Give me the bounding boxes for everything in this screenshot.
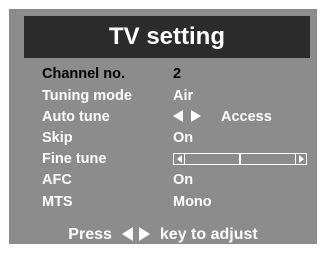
afc-value: On: [173, 172, 194, 188]
fine-tune-label: Fine tune: [42, 151, 107, 167]
menu-item-afc[interactable]: AFC On: [42, 172, 322, 192]
menu-item-mts[interactable]: MTS Mono: [42, 194, 322, 214]
auto-tune-label: Auto tune: [42, 109, 110, 125]
channel-no-label: Channel no.: [42, 66, 125, 82]
menu-item-skip[interactable]: Skip On: [42, 130, 322, 150]
left-arrow-icon: [121, 227, 133, 241]
slider-left-icon: [174, 154, 185, 164]
slider-right-icon: [295, 154, 306, 164]
auto-tune-control: Access: [173, 109, 272, 125]
menu-item-fine-tune[interactable]: Fine tune: [42, 151, 322, 171]
menu-item-tuning-mode[interactable]: Tuning mode Air: [42, 88, 322, 108]
menu-item-channel-no[interactable]: Channel no. 2: [42, 66, 322, 86]
menu-item-auto-tune[interactable]: Auto tune Access: [42, 109, 322, 129]
footer-hint: Press key to adjust: [9, 226, 317, 244]
slider-knob[interactable]: [239, 154, 241, 164]
menu-title: TV setting: [24, 16, 310, 58]
channel-no-value: 2: [173, 66, 182, 82]
afc-label: AFC: [42, 172, 72, 188]
auto-tune-value: Access: [221, 109, 272, 125]
mts-label: MTS: [42, 194, 73, 210]
skip-label: Skip: [42, 130, 73, 146]
tuning-mode-label: Tuning mode: [42, 88, 132, 104]
footer-press-text: Press: [68, 226, 112, 243]
left-arrow-icon: [173, 110, 183, 122]
right-arrow-icon: [138, 227, 150, 241]
right-arrow-icon: [191, 110, 201, 122]
tuning-mode-value: Air: [173, 88, 194, 104]
mts-value: Mono: [173, 194, 212, 210]
footer-hint-text: key to adjust: [159, 226, 258, 243]
fine-tune-slider[interactable]: [173, 153, 307, 165]
skip-value: On: [173, 130, 194, 146]
